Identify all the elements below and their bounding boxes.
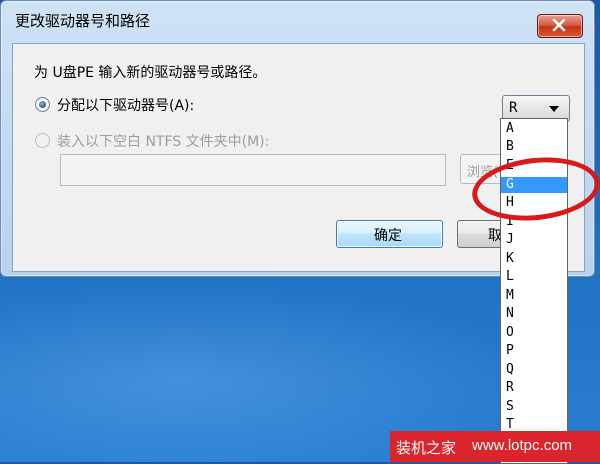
ok-button-label: 确定 [374,228,402,244]
dropdown-item-l[interactable]: L [501,269,567,285]
title-bar[interactable]: 更改驱动器号和路径 [1,1,594,38]
dropdown-item-p[interactable]: P [501,343,567,359]
dialog-title: 更改驱动器号和路径 [15,12,151,30]
ok-button[interactable]: 确定 [336,220,443,248]
dropdown-item-n[interactable]: N [501,306,567,322]
mount-folder-label: 装入以下空白 NTFS 文件夹中(M): [57,134,270,150]
mount-folder-radio[interactable] [35,133,50,148]
assign-drive-letter-radio[interactable] [35,97,50,112]
watermark-url: www.lotpc.com [472,437,573,454]
assign-drive-letter-label[interactable]: 分配以下驱动器号(A): [57,95,194,115]
watermark-site-name: 装机之家 [396,439,457,457]
dropdown-item-m[interactable]: M [501,288,567,304]
prompt-text: 为 U盘PE 输入新的驱动器号或路径。 [34,65,267,81]
dropdown-item-k[interactable]: K [501,251,567,267]
folder-path-input[interactable] [60,154,446,186]
dropdown-item-s[interactable]: S [501,399,567,415]
dropdown-item-j[interactable]: J [501,232,567,248]
dropdown-item-o[interactable]: O [501,325,567,341]
close-button[interactable] [537,14,583,38]
dropdown-item-r[interactable]: R [501,380,567,396]
close-icon [552,19,566,32]
dropdown-item-a[interactable]: A [501,121,567,137]
chevron-down-icon [549,106,559,112]
drive-letter-value: R [509,100,518,116]
dropdown-item-q[interactable]: Q [501,362,567,378]
dropdown-item-b[interactable]: B [501,139,567,155]
site-watermark: 装机之家 www.lotpc.com [390,431,600,462]
